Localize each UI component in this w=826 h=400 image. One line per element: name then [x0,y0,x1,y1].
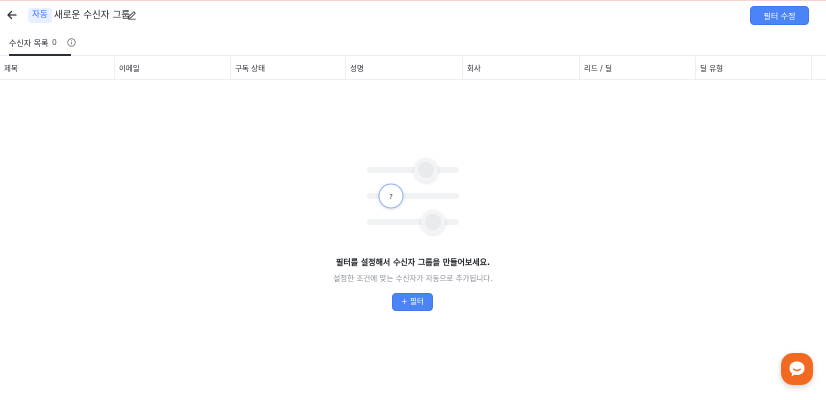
chat-bubble-icon [789,361,805,377]
empty-state-subtitle: 설정한 조건에 맞는 수신자가 자동으로 추가됩니다. [333,274,493,283]
arrow-left-icon[interactable] [5,8,19,22]
column-header-name[interactable]: 성명 [346,57,463,80]
info-icon[interactable] [67,38,76,47]
plus-icon: + [401,297,408,306]
column-header-email[interactable]: 이메일 [115,57,231,80]
tab-recipient-list[interactable]: 수신자 목록 0 [9,31,76,56]
column-header-company[interactable]: 회사 [463,57,580,80]
column-header-title[interactable]: 제목 [0,57,115,80]
edit-filter-button[interactable]: 필터 수정 [750,6,809,25]
empty-state-title: 필터를 설정해서 수신자 그룹을 만들어보세요. [335,258,491,267]
chat-launcher-button[interactable] [781,353,813,385]
column-header-lead-deal[interactable]: 리드 / 딜 [580,57,696,80]
add-filter-button[interactable]: + 필터 [392,293,433,311]
column-header-subscription[interactable]: 구독 상태 [231,57,346,80]
table-header: 제목 이메일 구독 상태 성명 회사 리드 / 딜 딜 유형 [0,57,826,80]
tab-count: 0 [52,38,57,47]
tab-bar: 수신자 목록 0 [0,31,826,56]
tab-label: 수신자 목록 [9,39,49,48]
add-filter-label: 필터 [409,297,424,306]
question-mark: ? [389,193,393,201]
page-title: 새로운 수신자 그룹 [54,10,130,21]
column-header-deal-type[interactable]: 딜 유형 [696,57,812,80]
auto-badge: 자동 [28,8,52,23]
pencil-icon[interactable] [127,10,137,20]
filter-sliders-illustration: ? [367,158,459,234]
header: 자동 새로운 수신자 그룹 필터 수정 [0,1,826,31]
